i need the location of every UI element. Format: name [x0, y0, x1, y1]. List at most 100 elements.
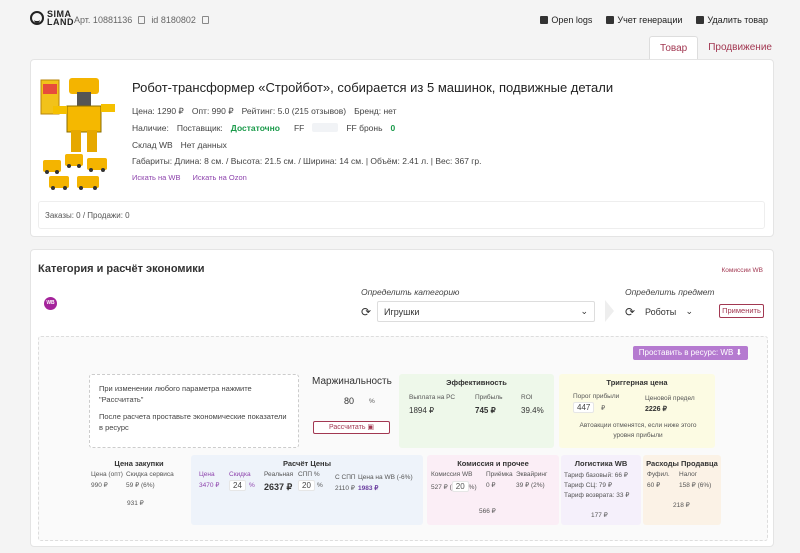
warehouse-label: Склад WB: [132, 140, 173, 150]
open-logs-link[interactable]: Open logs: [540, 15, 592, 25]
search-ozon-link[interactable]: Искать на Ozon: [193, 173, 247, 182]
acceptance-value: 0 ₽: [486, 482, 496, 489]
opt-price-value: 990 ₽: [91, 482, 108, 489]
delete-product-link[interactable]: Удалить товар: [696, 15, 768, 25]
spp-input[interactable]: 20: [298, 480, 315, 491]
hint-text-2: После расчета проставьте экономические п…: [99, 412, 287, 432]
margin-unit: %: [369, 398, 375, 405]
fulfillment-label: Фуфил.: [647, 471, 670, 478]
tabs: Товар Продвижение: [649, 36, 782, 60]
subject-label: Определить предмет: [625, 287, 715, 297]
price-calc-block: Расчёт Цены Цена 3470 ₽ Скидка 24 % Реал…: [191, 455, 423, 525]
margin-title: Маржинальность: [312, 376, 392, 387]
acquiring-value: 39 ₽ (2%): [516, 482, 545, 489]
purchase-total: 931 ₽: [127, 500, 144, 507]
purchase-block: Цена закупки Цена (опт) 990 ₽ Скидка сер…: [89, 459, 189, 517]
tax-value: 158 ₽ (6%): [679, 482, 712, 489]
calc-panel: Проставить в ресурс: WB ⬇ При изменении …: [38, 336, 768, 541]
margin-input[interactable]: 80: [344, 396, 354, 406]
discount-input[interactable]: 24: [229, 480, 246, 491]
hint-text-1: При изменении любого параметра нажмите "…: [99, 384, 252, 404]
threshold-label: Порог прибыли: [573, 393, 620, 400]
generation-link[interactable]: Учет генерации: [606, 15, 682, 25]
threshold-input[interactable]: 447: [573, 402, 595, 413]
category-select[interactable]: Игрушки ⌄: [377, 301, 595, 322]
search-wb-link[interactable]: Искать на WB: [132, 173, 181, 182]
search-links: Искать на WB Искать на Ozon: [132, 173, 247, 182]
category-value: Игрушки: [384, 306, 420, 317]
refresh-category-icon[interactable]: ⟳: [361, 305, 371, 319]
economics-card: Категория и расчёт экономики Комиссии WB…: [30, 249, 774, 547]
external-link-icon[interactable]: [201, 16, 209, 24]
payout-value: 1894 ₽: [409, 406, 435, 415]
trigger-block: Триггерная цена Порог прибыли 447 ₽ Цено…: [559, 374, 715, 448]
arrow-divider: [605, 300, 614, 322]
wb-badge: WB: [44, 297, 57, 310]
service-fee-value: 59 ₽ (6%): [126, 482, 155, 489]
chevron-down-icon: ⌄: [685, 306, 693, 316]
logo[interactable]: SIMA LAND: [30, 10, 74, 27]
subject-value: Роботы: [645, 306, 677, 317]
apply-button[interactable]: Применить: [719, 304, 764, 318]
efficiency-block: Эффективность Выплата на РС 1894 ₽ Прибы…: [399, 374, 554, 448]
price-value: 3470 ₽: [199, 482, 220, 489]
download-icon: ⬇: [735, 348, 743, 357]
calculate-button[interactable]: Рассчитать ▣: [313, 421, 390, 434]
refresh-subject-icon[interactable]: ⟳: [625, 305, 635, 319]
limit-label: Ценовой предел: [645, 395, 695, 402]
tab-product[interactable]: Товар: [649, 36, 699, 60]
with-spp-value: 2110 ₽: [335, 485, 355, 492]
rating: Рейтинг: 5.0 (215 отзывов): [241, 106, 347, 116]
orders-summary: Заказы: 0 / Продажи: 0: [38, 201, 765, 229]
opt-price-label: Цена (опт): [91, 471, 123, 478]
wb-price-label: Цена на WB (-6%): [358, 474, 413, 481]
profit-label: Прибыль: [475, 394, 503, 401]
commission-link[interactable]: Комиссии WB: [721, 267, 763, 274]
logistics-total: 177 ₽: [591, 512, 608, 519]
seller-costs-title: Расходы Продавца: [646, 459, 718, 468]
ff-bron-value: 0: [390, 123, 396, 133]
article-number: Арт. 10881136: [74, 15, 133, 25]
tariff-sc: Тариф СЦ: 79 ₽: [564, 482, 612, 489]
price: Цена: 1290 ₽: [132, 106, 184, 116]
brand: Бренд: нет: [354, 106, 397, 116]
logistics-title: Логистика WB: [574, 459, 628, 468]
discount-label: Скидка: [229, 471, 251, 478]
wb-commission-value: 527 ₽ (20%): [431, 481, 477, 492]
limit-value: 2226 ₽: [645, 406, 667, 413]
wb-price-value: 1983 ₽: [358, 485, 379, 492]
product-image: [40, 78, 115, 190]
real-price-label: Реальная: [264, 471, 294, 478]
header-links: Open logs Учет генерации Удалить товар: [540, 15, 768, 25]
category-label: Определить категорию: [361, 287, 460, 297]
subject-select[interactable]: Роботы ⌄: [639, 301, 699, 322]
availability-label: Наличие:: [132, 123, 169, 133]
trash-icon: [696, 16, 705, 24]
copy-icon[interactable]: [138, 16, 146, 24]
send-to-resource-button[interactable]: Проставить в ресурс: WB ⬇: [633, 346, 748, 360]
price-calc-title: Расчёт Цены: [282, 459, 331, 468]
seller-costs-block: Расходы Продавца Фуфил. 60 ₽ Налог 158 ₽…: [643, 455, 721, 525]
product-title: Робот-трансформер «Стройбот», собирается…: [132, 80, 614, 95]
commission-input[interactable]: 20: [451, 481, 469, 492]
tab-promotion[interactable]: Продвижение: [698, 36, 782, 60]
profit-value: 745 ₽: [475, 406, 496, 415]
warehouse-value: Нет данных: [180, 140, 227, 150]
ff-value: [312, 123, 339, 132]
warehouse-row: Склад WB Нет данных: [132, 140, 227, 150]
efficiency-title: Эффективность: [446, 378, 507, 387]
seller-total: 218 ₽: [673, 502, 690, 509]
trigger-title: Триггерная цена: [606, 378, 668, 387]
roi-value: 39.4%: [521, 406, 544, 415]
spp-unit: %: [317, 482, 323, 489]
acquiring-label: Эквайринг: [516, 471, 548, 478]
spp-label: СПП %: [298, 471, 320, 478]
tariff-return: Тариф возврата: 33 ₽: [564, 492, 630, 499]
dimensions: Габариты: Длина: 8 см. / Высота: 21.5 см…: [132, 156, 482, 166]
product-id: id 8180802: [151, 15, 196, 25]
roi-label: ROI: [521, 394, 533, 401]
article-info: Арт. 10881136 id 8180802: [74, 15, 209, 25]
opt-price: Опт: 990 ₽: [191, 106, 234, 116]
supplier-status: Достаточно: [230, 123, 280, 133]
save-icon: ▣: [367, 424, 375, 431]
